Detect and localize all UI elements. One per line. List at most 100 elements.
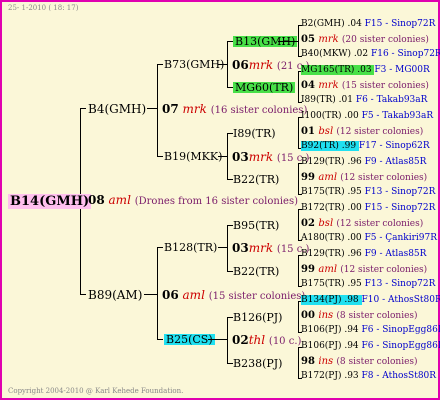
mark: ins bbox=[318, 356, 337, 367]
year-num: 99 bbox=[301, 172, 319, 183]
connector bbox=[298, 209, 299, 240]
connector bbox=[147, 108, 157, 109]
connector bbox=[208, 339, 227, 340]
line-code: F5 - Çankiri97R bbox=[364, 233, 438, 243]
connector bbox=[157, 247, 158, 339]
year-num: 06 bbox=[232, 58, 249, 72]
queen-id: B172(TR) .00 bbox=[301, 203, 365, 213]
note: (12 sister colonies) bbox=[336, 219, 424, 229]
copyright-footer: Copyright 2004-2010 @ Karl Kehede Founda… bbox=[8, 387, 184, 395]
mark: mrk bbox=[182, 102, 207, 116]
line-code: F8 - AthosSt80R bbox=[361, 371, 437, 381]
queen-id: B106(PJ) .94 bbox=[301, 325, 362, 335]
gen4-queen-row[interactable]: B92(TR) .99 F17 - Sinop62R bbox=[301, 141, 430, 151]
queen-id: B175(TR) .95 bbox=[301, 187, 365, 197]
line-code: F6 - Takab93aR bbox=[355, 95, 428, 105]
note: (12 sister colonies) bbox=[340, 265, 428, 275]
gen4-mother-row[interactable]: 00 ins (8 sister colonies) bbox=[301, 311, 418, 321]
queen-id: MG165(TR) .03 bbox=[301, 65, 375, 75]
queen-b22b[interactable]: B22(TR) bbox=[233, 266, 279, 277]
gen4-queen-row[interactable]: I89(TR) .01 F6 - Takab93aR bbox=[301, 96, 427, 105]
connector bbox=[157, 247, 163, 248]
gen4-queen-row[interactable]: B172(PJ) .93 F8 - AthosSt80R bbox=[301, 372, 436, 381]
mark: mrk bbox=[248, 241, 274, 255]
connector bbox=[298, 25, 299, 56]
connector bbox=[157, 64, 163, 65]
line-code: F3 - MG00R bbox=[374, 65, 430, 75]
gen4-mother-row[interactable]: 05 mrk (20 sister colonies) bbox=[301, 35, 429, 45]
gen4-queen-row[interactable]: I100(TR) .00 F5 - Takab93aR bbox=[301, 112, 433, 121]
gen4-queen-row[interactable]: B40(MKW) .02 F16 - Sinop72R bbox=[301, 50, 440, 59]
line-code: F9 - Atlas85R bbox=[364, 157, 427, 167]
gen4-queen-row[interactable]: B175(TR) .95 F13 - Sinop72R bbox=[301, 280, 435, 289]
connector bbox=[218, 156, 227, 157]
mark: mrk bbox=[248, 58, 274, 72]
connector bbox=[298, 117, 299, 148]
gen4-mother-row[interactable]: 99 aml (12 sister colonies) bbox=[301, 265, 427, 275]
line-code: F15 - Sinop72R bbox=[364, 203, 436, 213]
mark: aml bbox=[182, 288, 205, 302]
connector bbox=[227, 225, 228, 271]
gen4-queen-row[interactable]: B134(PJ) .98 F10 - AthosSt80R bbox=[301, 295, 440, 305]
year-num: 08 bbox=[88, 193, 105, 207]
gen4-queen-row[interactable]: A180(TR) .00 F5 - Çankiri97R bbox=[301, 234, 437, 243]
queen-b19[interactable]: B19(MKK) bbox=[164, 151, 222, 162]
connector bbox=[278, 41, 298, 42]
mark: aml bbox=[108, 193, 131, 207]
line-code: F6 - SinopEgg86R bbox=[361, 325, 440, 335]
line-code: F13 - Sinop72R bbox=[364, 187, 436, 197]
queen-b4[interactable]: B4(GMH) bbox=[88, 103, 146, 115]
queen-id: I89(TR) .01 bbox=[301, 95, 356, 105]
gen4-queen-row[interactable]: B106(PJ) .94 F6 - SinopEgg86R bbox=[301, 326, 440, 335]
mark: mrk bbox=[318, 34, 342, 45]
gen4-queen-row[interactable]: B106(PJ) .94 F6 - SinopEgg86R bbox=[301, 342, 440, 351]
gen4-queen-row[interactable]: B129(TR) .96 F9 - Atlas85R bbox=[301, 158, 426, 167]
queen-b4-info: 07 mrk (16 sister colonies) bbox=[162, 103, 307, 116]
queen-b22a[interactable]: B22(TR) bbox=[233, 174, 279, 185]
queen-b73[interactable]: B73(GMH) bbox=[164, 59, 224, 70]
gen4-mother-row[interactable]: 98 ins (8 sister colonies) bbox=[301, 357, 418, 367]
line-code: F5 - Takab93aR bbox=[361, 111, 434, 121]
date-header: 25- 1-2010 ( 18: 17) bbox=[8, 4, 79, 12]
note: (12 sister colonies) bbox=[336, 127, 424, 137]
gen4-mother-row[interactable]: 99 aml (12 sister colonies) bbox=[301, 173, 427, 183]
line-code: F13 - Sinop72R bbox=[364, 279, 436, 289]
queen-b126[interactable]: B126(PJ) bbox=[233, 312, 282, 323]
queen-id: B40(MKW) .02 bbox=[301, 49, 371, 59]
gen4-queen-row[interactable]: MG165(TR) .03 F3 - MG00R bbox=[301, 65, 430, 75]
note: (8 sister colonies) bbox=[336, 311, 418, 321]
queen-id: A180(TR) .00 bbox=[301, 233, 365, 243]
queen-b128-info: 03mrk (15 c.) bbox=[232, 242, 309, 255]
mark: mrk bbox=[248, 150, 274, 164]
year-num: 02 bbox=[301, 218, 319, 229]
pedigree-frame: { "header":{"date":"25- 1-2010 ( 18: 17)… bbox=[0, 0, 440, 400]
queen-b89[interactable]: B89(AM) bbox=[88, 289, 142, 301]
gen4-mother-row[interactable]: 02 bsl (12 sister colonies) bbox=[301, 219, 423, 229]
connector bbox=[218, 64, 227, 65]
gen4-queen-row[interactable]: B175(TR) .95 F13 - Sinop72R bbox=[301, 188, 435, 197]
line-code: F10 - AthosSt80R bbox=[361, 295, 440, 305]
queen-mg60[interactable]: MG60(TR) bbox=[233, 82, 296, 93]
gen4-queen-row[interactable]: B2(GMH) .04 F15 - Sinop72R bbox=[301, 20, 435, 29]
root-mother-info: 08 aml (Drones from 16 sister colonies) bbox=[88, 194, 298, 207]
mark: aml bbox=[318, 172, 341, 183]
gen4-queen-row[interactable]: B172(TR) .00 F15 - Sinop72R bbox=[301, 204, 435, 213]
year-num: 03 bbox=[232, 150, 249, 164]
queen-id: B129(TR) .96 bbox=[301, 249, 365, 259]
mark: bsl bbox=[318, 126, 337, 137]
root-queen[interactable]: B14(GMH) bbox=[8, 194, 92, 209]
connector bbox=[80, 294, 86, 295]
queen-id: B175(TR) .95 bbox=[301, 279, 365, 289]
connector bbox=[144, 294, 157, 295]
queen-i89[interactable]: I89(TR) bbox=[233, 128, 276, 139]
queen-b238[interactable]: B238(PJ) bbox=[233, 358, 282, 369]
line-code: F15 - Sinop72R bbox=[364, 19, 436, 29]
connector bbox=[157, 64, 158, 156]
queen-b128[interactable]: B128(TR) bbox=[164, 242, 217, 253]
queen-b95[interactable]: B95(TR) bbox=[233, 220, 279, 231]
gen4-queen-row[interactable]: B129(TR) .96 F9 - Atlas85R bbox=[301, 250, 426, 259]
year-num: 03 bbox=[232, 241, 249, 255]
gen4-mother-row[interactable]: 04 mrk (15 sister colonies) bbox=[301, 81, 429, 91]
line-code: F16 - Sinop72R bbox=[371, 49, 440, 59]
gen4-mother-row[interactable]: 01 bsl (12 sister colonies) bbox=[301, 127, 423, 137]
